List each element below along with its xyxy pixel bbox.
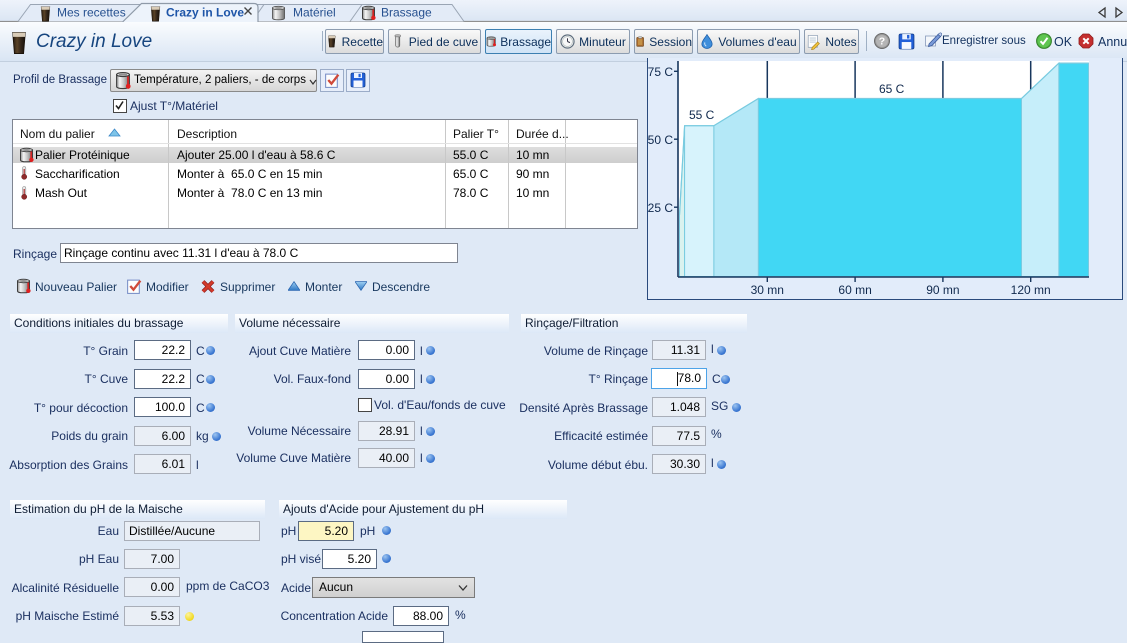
svg-text:90 mn: 90 mn: [926, 283, 959, 297]
svg-text:75 C: 75 C: [648, 65, 674, 79]
svg-text:50 C: 50 C: [648, 133, 674, 147]
svg-text:60 mn: 60 mn: [838, 283, 871, 297]
svg-text:Brassage: Brassage: [381, 6, 432, 20]
svg-text:Matériel: Matériel: [293, 6, 336, 20]
svg-text:65 C: 65 C: [879, 82, 905, 96]
svg-text:Mes recettes: Mes recettes: [57, 6, 126, 20]
svg-text:Crazy in Love: Crazy in Love: [166, 6, 244, 20]
svg-text:120 mn: 120 mn: [1011, 283, 1051, 297]
svg-text:25 C: 25 C: [648, 201, 674, 215]
svg-text:55 C: 55 C: [689, 108, 715, 122]
svg-text:30 mn: 30 mn: [751, 283, 784, 297]
